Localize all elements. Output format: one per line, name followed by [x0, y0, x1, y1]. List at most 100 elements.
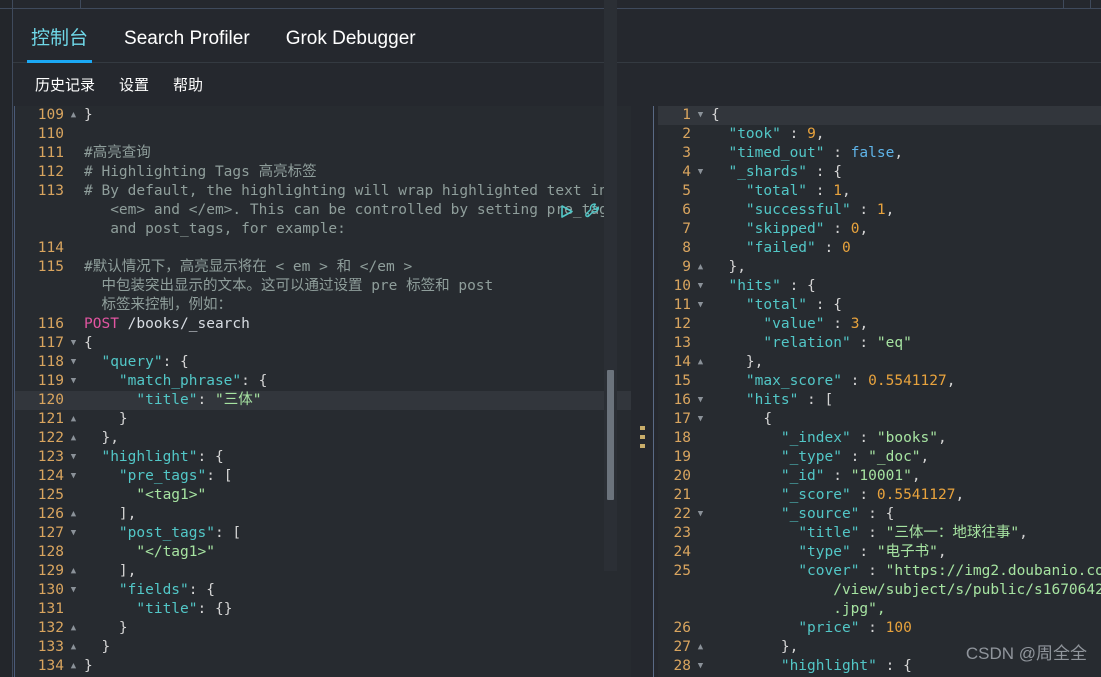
submenu-item-1[interactable]: 设置	[119, 74, 149, 95]
code-line[interactable]: 112 # Highlighting Tags 高亮标签	[15, 163, 632, 182]
response-editor-code[interactable]: 1 ▼{2 "took" : 9, 3 "timed_out" : false, 4 ▼…	[658, 106, 1101, 677]
code-line[interactable]: 109 ▲}	[15, 106, 632, 125]
code-line[interactable]: 131 "title": {}	[15, 600, 632, 619]
code-line[interactable]: 127 ▼ "post_tags": [	[15, 524, 632, 543]
fold-down-icon[interactable]: ▼	[694, 277, 707, 296]
request-editor-panel[interactable]: 109 ▲} 110 111 #高亮查询 112 # Highlighting Tags 高…	[14, 106, 632, 677]
code-line[interactable]: 9 ▲ },	[658, 258, 1101, 277]
code-line[interactable]: 20 "_id" : "10001",	[658, 467, 1101, 486]
fold-down-icon[interactable]: ▼	[694, 163, 707, 182]
tab-0[interactable]: 控制台	[13, 29, 106, 63]
code-line[interactable]: 25 "cover" : "https://img2.doubanio.com	[658, 562, 1101, 581]
code-line[interactable]: 2 "took" : 9,	[658, 125, 1101, 144]
code-line[interactable]: 标签来控制，例如：	[15, 296, 632, 315]
fold-down-icon[interactable]: ▼	[694, 505, 707, 524]
fold-down-icon[interactable]: ▼	[67, 334, 80, 353]
code-line[interactable]: and post_tags, for example:	[15, 220, 632, 239]
code-line[interactable]: 113 # By default, the highlighting will w…	[15, 182, 632, 201]
code-line[interactable]: 132 ▲ }	[15, 619, 632, 638]
request-editor-scrollbar-thumb[interactable]	[607, 370, 614, 500]
code-line[interactable]: 5 "total" : 1,	[658, 182, 1101, 201]
code-line[interactable]: 15 "max_score" : 0.5541127,	[658, 372, 1101, 391]
code-line[interactable]: 16 ▼ "hits" : [	[658, 391, 1101, 410]
wrench-icon[interactable]	[584, 202, 602, 220]
code-line[interactable]: 111 #高亮查询	[15, 144, 632, 163]
fold-up-icon[interactable]: ▲	[67, 657, 80, 676]
code-line[interactable]: 123 ▼ "highlight": {	[15, 448, 632, 467]
code-line[interactable]: 23 "title" : "三体一：地球往事",	[658, 524, 1101, 543]
code-line[interactable]: 128 "</tag1>"	[15, 543, 632, 562]
code-line[interactable]: 8 "failed" : 0	[658, 239, 1101, 258]
splitter-grip-handle[interactable]	[640, 426, 645, 453]
tab-1[interactable]: Search Profiler	[106, 29, 268, 62]
code-line[interactable]: 134 ▲}	[15, 657, 632, 676]
code-line[interactable]: 119 ▼ "match_phrase": {	[15, 372, 632, 391]
fold-down-icon[interactable]: ▼	[67, 524, 80, 543]
tab-2[interactable]: Grok Debugger	[268, 29, 434, 62]
code-line[interactable]: 133 ▲ }	[15, 638, 632, 657]
code-line[interactable]: 中包装突出显示的文本。这可以通过设置 pre 标签和 post	[15, 277, 632, 296]
code-line[interactable]: 6 "successful" : 1,	[658, 201, 1101, 220]
code-line[interactable]: 124 ▼ "pre_tags": [	[15, 467, 632, 486]
code-line[interactable]: 17 ▼ {	[658, 410, 1101, 429]
fold-down-icon[interactable]: ▼	[67, 467, 80, 486]
code-line[interactable]: 116 POST /books/_search	[15, 315, 632, 334]
fold-up-icon[interactable]: ▲	[67, 106, 80, 125]
submenu-item-0[interactable]: 历史记录	[35, 74, 95, 95]
code-line[interactable]: 3 "timed_out" : false,	[658, 144, 1101, 163]
panel-splitter[interactable]	[631, 106, 658, 677]
fold-down-icon[interactable]: ▼	[694, 410, 707, 429]
code-line[interactable]: 4 ▼ "_shards" : {	[658, 163, 1101, 182]
code-line[interactable]: 12 "value" : 3,	[658, 315, 1101, 334]
code-line[interactable]: 117 ▼{	[15, 334, 632, 353]
fold-down-icon[interactable]: ▼	[694, 391, 707, 410]
fold-up-icon[interactable]: ▲	[67, 505, 80, 524]
code-line[interactable]: 129 ▲ ],	[15, 562, 632, 581]
fold-up-icon[interactable]: ▲	[694, 258, 707, 277]
code-line[interactable]: 24 "type" : "电子书",	[658, 543, 1101, 562]
fold-down-icon[interactable]: ▼	[67, 581, 80, 600]
code-line[interactable]: 13 "relation" : "eq"	[658, 334, 1101, 353]
fold-down-icon[interactable]: ▼	[67, 372, 80, 391]
fold-down-icon[interactable]: ▼	[67, 353, 80, 372]
fold-down-icon[interactable]: ▼	[67, 448, 80, 467]
fold-up-icon[interactable]: ▲	[694, 638, 707, 657]
code-line[interactable]: 118 ▼ "query": {	[15, 353, 632, 372]
request-editor-code[interactable]: 109 ▲} 110 111 #高亮查询 112 # Highlighting Tags 高…	[15, 106, 632, 677]
fold-up-icon[interactable]: ▲	[67, 410, 80, 429]
code-line[interactable]: 120 "title": "三体"	[15, 391, 632, 410]
code-line[interactable]: 110	[15, 125, 632, 144]
code-line[interactable]: 122 ▲ },	[15, 429, 632, 448]
code-line[interactable]: /view/subject/s/public/s1670642	[658, 581, 1101, 600]
code-line[interactable]: <em> and </em>. This can be controlled b…	[15, 201, 632, 220]
code-line[interactable]: 126 ▲ ],	[15, 505, 632, 524]
code-line[interactable]: 14 ▲ },	[658, 353, 1101, 372]
code-line[interactable]: 22 ▼ "_source" : {	[658, 505, 1101, 524]
code-line[interactable]: 21 "_score" : 0.5541127,	[658, 486, 1101, 505]
code-line[interactable]: 18 "_index" : "books",	[658, 429, 1101, 448]
fold-up-icon[interactable]: ▲	[67, 638, 80, 657]
code-line[interactable]: 19 "_type" : "_doc",	[658, 448, 1101, 467]
fold-down-icon[interactable]: ▼	[694, 657, 707, 676]
code-line[interactable]: 10 ▼ "hits" : {	[658, 277, 1101, 296]
code-line[interactable]: 114	[15, 239, 632, 258]
play-icon[interactable]	[558, 203, 575, 220]
code-line[interactable]: .jpg",	[658, 600, 1101, 619]
submenu-item-2[interactable]: 帮助	[173, 74, 203, 95]
code-line[interactable]: 26 "price" : 100	[658, 619, 1101, 638]
fold-up-icon[interactable]: ▲	[67, 429, 80, 448]
fold-up-icon[interactable]: ▲	[67, 619, 80, 638]
code-line[interactable]: 121 ▲ }	[15, 410, 632, 429]
code-line[interactable]: 125 "<tag1>"	[15, 486, 632, 505]
fold-down-icon[interactable]: ▼	[694, 106, 707, 125]
request-editor-scrollbar-track[interactable]	[604, 0, 617, 571]
fold-down-icon[interactable]: ▼	[694, 296, 707, 315]
fold-up-icon[interactable]: ▲	[67, 562, 80, 581]
code-line[interactable]: 1 ▼{	[658, 106, 1101, 125]
code-line[interactable]: 115 #默认情况下，高亮显示将在 < em > 和 </em >	[15, 258, 632, 277]
fold-up-icon[interactable]: ▲	[694, 353, 707, 372]
code-line[interactable]: 7 "skipped" : 0,	[658, 220, 1101, 239]
code-line[interactable]: 130 ▼ "fields": {	[15, 581, 632, 600]
response-editor-panel[interactable]: 1 ▼{2 "took" : 9, 3 "timed_out" : false, 4 ▼…	[658, 106, 1101, 677]
code-line[interactable]: 11 ▼ "total" : {	[658, 296, 1101, 315]
